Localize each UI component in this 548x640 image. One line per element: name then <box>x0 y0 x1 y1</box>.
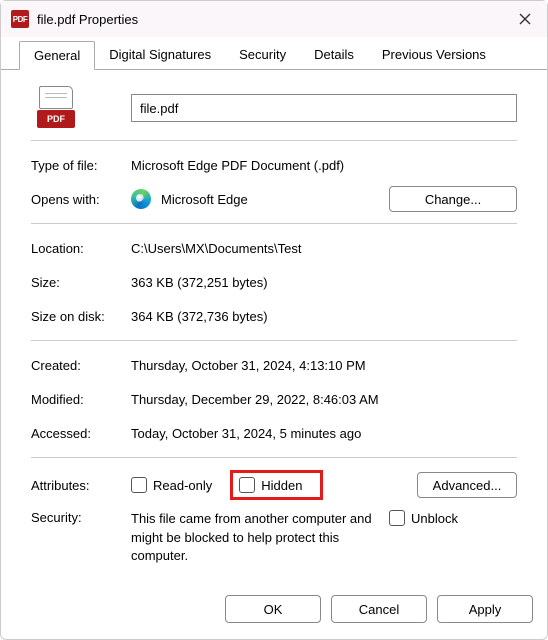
readonly-label: Read-only <box>153 478 212 493</box>
tab-general[interactable]: General <box>19 41 95 70</box>
advanced-button[interactable]: Advanced... <box>417 472 517 498</box>
label-type-of-file: Type of file: <box>31 158 131 173</box>
label-opens-with: Opens with: <box>31 192 131 207</box>
value-size-on-disk: 364 KB (372,736 bytes) <box>131 309 517 324</box>
tab-content: PDF Type of file: Microsoft Edge PDF Doc… <box>1 70 547 581</box>
readonly-checkbox[interactable] <box>131 477 147 493</box>
value-created: Thursday, October 31, 2024, 4:13:10 PM <box>131 358 517 373</box>
hidden-checkbox[interactable] <box>239 477 255 493</box>
close-icon[interactable] <box>513 7 537 31</box>
label-size-on-disk: Size on disk: <box>31 309 131 324</box>
label-attributes: Attributes: <box>31 478 131 493</box>
hidden-highlight: Hidden <box>230 470 323 500</box>
pdf-icon-label: PDF <box>13 15 28 24</box>
value-type-of-file: Microsoft Edge PDF Document (.pdf) <box>131 158 517 173</box>
window-title: file.pdf Properties <box>37 12 513 27</box>
value-modified: Thursday, December 29, 2022, 8:46:03 AM <box>131 392 517 407</box>
cancel-button[interactable]: Cancel <box>331 595 427 623</box>
value-location: C:\Users\MX\Documents\Test <box>131 241 517 256</box>
value-accessed: Today, October 31, 2024, 5 minutes ago <box>131 426 517 441</box>
pdf-file-icon: PDF <box>11 10 29 28</box>
apply-button[interactable]: Apply <box>437 595 533 623</box>
titlebar: PDF file.pdf Properties <box>1 1 547 37</box>
edge-icon <box>131 189 151 209</box>
change-button[interactable]: Change... <box>389 186 517 212</box>
tab-details[interactable]: Details <box>300 41 368 69</box>
hidden-label: Hidden <box>261 478 302 493</box>
label-size: Size: <box>31 275 131 290</box>
tab-digital-signatures[interactable]: Digital Signatures <box>95 41 225 69</box>
document-pdf-icon: PDF <box>37 86 75 130</box>
dialog-footer: OK Cancel Apply <box>1 581 547 639</box>
properties-window: PDF file.pdf Properties General Digital … <box>0 0 548 640</box>
ok-button[interactable]: OK <box>225 595 321 623</box>
filename-input[interactable] <box>131 94 517 122</box>
security-text: This file came from another computer and… <box>131 510 381 565</box>
unblock-label: Unblock <box>411 511 458 526</box>
label-created: Created: <box>31 358 131 373</box>
value-size: 363 KB (372,251 bytes) <box>131 275 517 290</box>
label-location: Location: <box>31 241 131 256</box>
unblock-checkbox[interactable] <box>389 510 405 526</box>
label-modified: Modified: <box>31 392 131 407</box>
value-opens-with: Microsoft Edge <box>161 192 248 207</box>
label-accessed: Accessed: <box>31 426 131 441</box>
tab-security[interactable]: Security <box>225 41 300 69</box>
tab-previous-versions[interactable]: Previous Versions <box>368 41 500 69</box>
label-security: Security: <box>31 510 131 525</box>
tab-strip: General Digital Signatures Security Deta… <box>1 41 547 70</box>
